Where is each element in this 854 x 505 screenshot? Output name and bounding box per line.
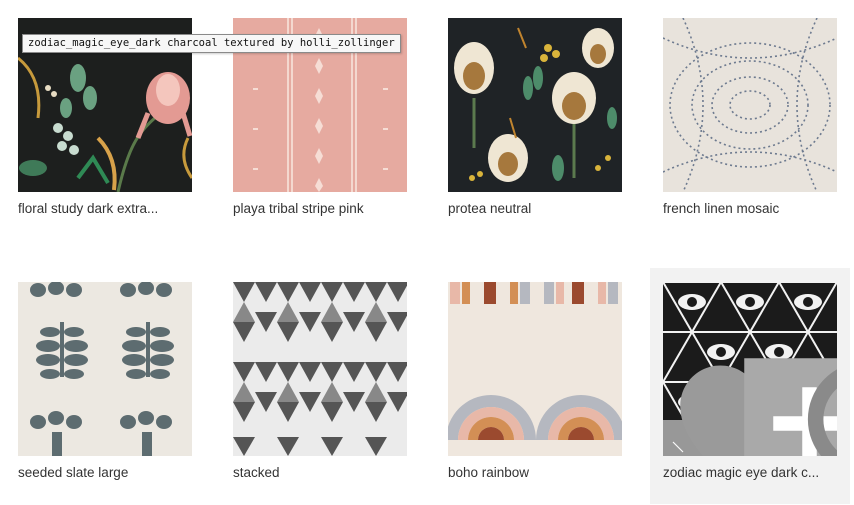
zoom-button[interactable] <box>797 369 837 456</box>
tooltip: zodiac_magic_eye_dark charcoal textured … <box>22 34 401 53</box>
zoom-in-icon <box>807 369 837 456</box>
design-thumbnail[interactable] <box>448 18 622 192</box>
design-title[interactable]: protea neutral <box>448 201 622 216</box>
design-title[interactable]: floral study dark extra... <box>18 201 192 216</box>
design-title[interactable]: stacked <box>233 465 407 480</box>
hover-action-bar: 733 <box>663 358 837 456</box>
design-title[interactable]: zodiac magic eye dark c... <box>663 465 837 480</box>
design-title[interactable]: seeded slate large <box>18 465 192 480</box>
design-title[interactable]: playa tribal stripe pink <box>233 201 407 216</box>
design-title[interactable]: boho rainbow <box>448 465 622 480</box>
design-thumbnail[interactable]: 733 <box>663 282 837 456</box>
design-title[interactable]: french linen mosaic <box>663 201 837 216</box>
design-thumbnail[interactable] <box>233 282 407 456</box>
design-thumbnail[interactable] <box>448 282 622 456</box>
design-thumbnail[interactable] <box>18 282 192 456</box>
design-thumbnail[interactable] <box>663 18 837 192</box>
